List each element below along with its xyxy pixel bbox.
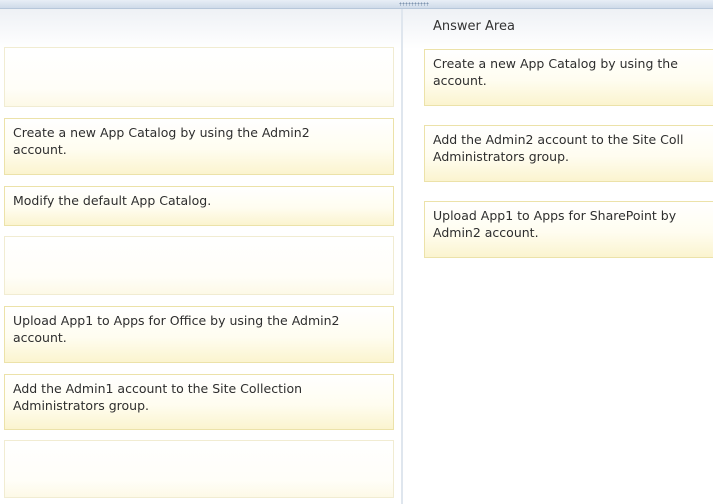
source-slot-empty[interactable]	[4, 47, 394, 107]
source-item-create-app-catalog-admin2[interactable]: Create a new App Catalog by using the Ad…	[4, 118, 394, 175]
answer-area-title: Answer Area	[433, 19, 515, 34]
source-item-add-admin1-site-collection-admins[interactable]: Add the Admin1 account to the Site Colle…	[4, 374, 394, 430]
source-slot-empty[interactable]	[4, 440, 394, 498]
source-item-modify-default-app-catalog[interactable]: Modify the default App Catalog.	[4, 186, 394, 226]
answer-item-add-admin2-site-collection-admins[interactable]: Add the Admin2 account to the Site Coll …	[424, 125, 713, 182]
splitter-grip[interactable]	[399, 2, 429, 6]
source-item-upload-app1-apps-for-office[interactable]: Upload App1 to Apps for Office by using …	[4, 306, 394, 363]
answer-item-upload-app1-apps-for-sharepoint[interactable]: Upload App1 to Apps for SharePoint by Ad…	[424, 201, 713, 258]
splitter-bar	[0, 0, 713, 9]
source-slot-empty[interactable]	[4, 236, 394, 295]
answer-item-create-app-catalog[interactable]: Create a new App Catalog by using the ac…	[424, 49, 713, 106]
